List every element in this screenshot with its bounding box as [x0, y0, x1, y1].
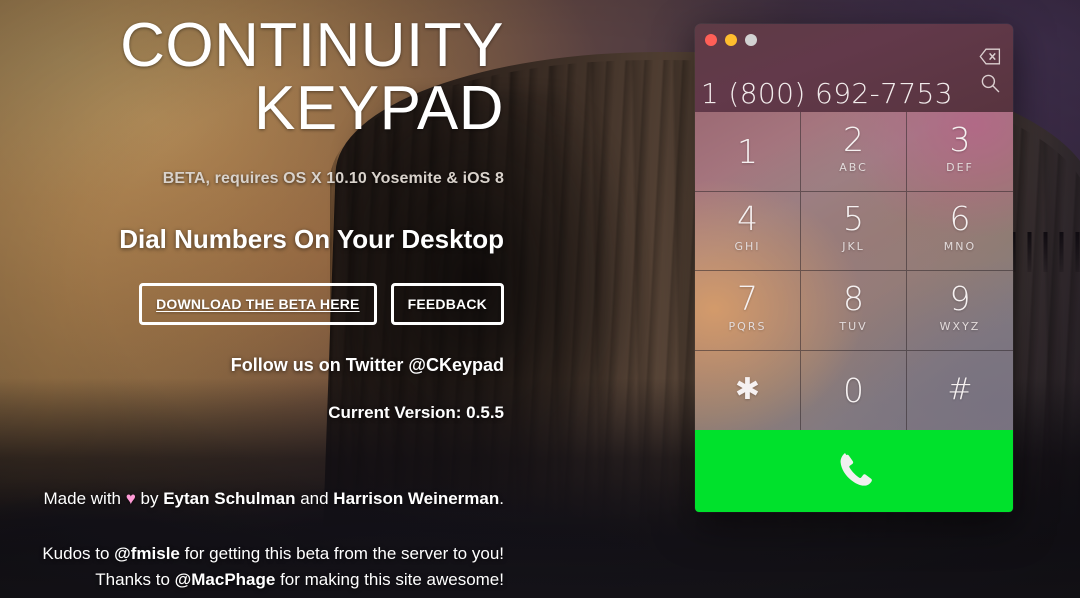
- key-9-digit: 9: [949, 278, 971, 318]
- key-9-letters: WXYZ: [939, 319, 981, 333]
- twitter-line: Follow us on Twitter @CKeypad: [0, 355, 520, 376]
- key-8[interactable]: 8 TUV: [801, 271, 907, 351]
- twitter-prefix: Follow us on Twitter: [230, 355, 409, 375]
- hero-column: CONTINUITY KEYPAD BETA, requires OS X 10…: [0, 0, 520, 598]
- key-7-digit: 7: [737, 278, 758, 318]
- download-beta-label: DOWNLOAD THE BETA HERE: [156, 296, 360, 312]
- key-8-digit: 8: [843, 278, 864, 318]
- window-titlebar[interactable]: 1 (800) 692-7753: [695, 24, 1013, 112]
- requirements-subtitle: BETA, requires OS X 10.10 Yosemite & iOS…: [162, 170, 504, 187]
- key-2-digit: 2: [843, 119, 864, 159]
- cta-button-row: DOWNLOAD THE BETA HERE FEEDBACK: [0, 283, 520, 325]
- key-6[interactable]: 6 MNO: [907, 192, 1013, 271]
- twitter-handle-link[interactable]: @CKeypad: [408, 355, 504, 375]
- phone-number-display[interactable]: 1 (800) 692-7753: [695, 80, 953, 108]
- page-root: CONTINUITY KEYPAD BETA, requires OS X 10…: [0, 0, 1080, 598]
- key-2[interactable]: 2 ABC: [801, 112, 907, 192]
- zoom-window-button[interactable]: [745, 34, 757, 46]
- minimize-window-button[interactable]: [725, 34, 737, 46]
- phone-handset-icon: [831, 446, 877, 497]
- key-hash[interactable]: #: [907, 351, 1013, 431]
- key-0-digit: 0: [843, 370, 864, 410]
- key-6-letters: MNO: [943, 240, 977, 254]
- tagline: Dial Numbers On Your Desktop: [119, 224, 504, 254]
- key-8-letters: TUV: [839, 319, 868, 333]
- key-9[interactable]: 9 WXYZ: [907, 271, 1013, 351]
- key-7[interactable]: 7 PQRS: [695, 271, 801, 351]
- key-3-letters: DEF: [946, 160, 974, 174]
- key-5-letters: JKL: [842, 240, 865, 254]
- key-5-digit: 5: [843, 199, 864, 239]
- traffic-lights: [705, 34, 757, 46]
- title-line-1: CONTINUITY: [120, 11, 504, 80]
- search-icon[interactable]: [980, 73, 1000, 93]
- key-7-letters: PQRS: [728, 319, 767, 333]
- key-hash-digit: #: [947, 372, 973, 408]
- key-6-digit: 6: [949, 199, 971, 239]
- current-version: Current Version: 0.5.5: [328, 403, 504, 422]
- key-0[interactable]: 0: [801, 350, 907, 430]
- close-window-button[interactable]: [705, 34, 717, 46]
- title-line-2: KEYPAD: [254, 74, 504, 143]
- download-beta-button[interactable]: DOWNLOAD THE BETA HERE: [139, 283, 377, 325]
- feedback-button[interactable]: FEEDBACK: [390, 283, 504, 325]
- backspace-icon[interactable]: [979, 48, 1001, 65]
- key-3[interactable]: 3 DEF: [907, 112, 1013, 192]
- key-4-letters: GHI: [734, 240, 761, 254]
- key-1-digit: 1: [737, 131, 758, 171]
- key-3-digit: 3: [949, 119, 971, 159]
- keypad-window[interactable]: 1 (800) 692-7753 1 2 ABC 3 DEF 4 GHI 5 J…: [695, 24, 1013, 512]
- key-4-digit: 4: [737, 199, 758, 239]
- key-4[interactable]: 4 GHI: [695, 191, 801, 271]
- key-1[interactable]: 1: [695, 112, 801, 192]
- feedback-label: FEEDBACK: [407, 296, 487, 312]
- key-star-digit: ✱: [734, 372, 761, 408]
- key-5[interactable]: 5 JKL: [801, 191, 907, 271]
- call-button[interactable]: [695, 430, 1013, 512]
- key-2-letters: ABC: [839, 160, 868, 174]
- dial-pad-grid: 1 2 ABC 3 DEF 4 GHI 5 JKL 6 MNO 7 PQRS 8 TUV 9W…: [695, 112, 1013, 430]
- key-star[interactable]: ✱: [695, 350, 801, 430]
- titlebar-icon-group: [979, 48, 1001, 93]
- page-title: CONTINUITY KEYPAD: [0, 14, 520, 140]
